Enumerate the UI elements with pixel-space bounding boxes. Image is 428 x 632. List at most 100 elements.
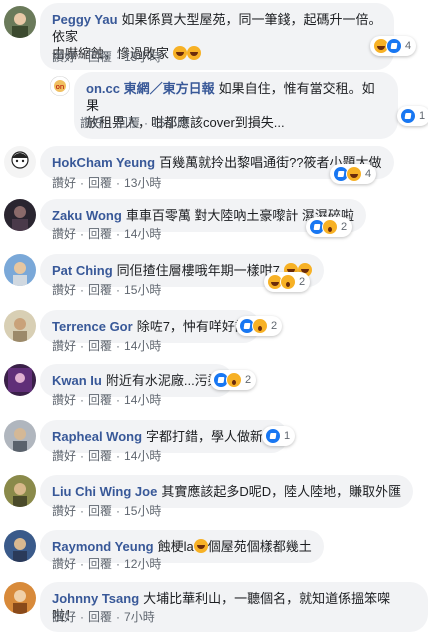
comment-hokcham-yeung: HokCham Yeung 百幾萬就拎出黎唱通街??筱者小題大做 4 讚好 · 回覆 ·…	[0, 140, 428, 195]
like-button[interactable]: 讚好	[52, 393, 76, 407]
commenter-name[interactable]: Kwan Iu	[52, 373, 102, 388]
reaction-summary[interactable]: 1	[262, 426, 296, 446]
reply-button[interactable]: 回覆	[88, 504, 112, 518]
like-button[interactable]: 讚好	[80, 116, 104, 130]
timestamp[interactable]: 15小時	[124, 283, 161, 297]
avatar[interactable]	[4, 475, 36, 507]
reaction-summary[interactable]: 2	[210, 370, 257, 390]
comment-text: 個屋苑個樣都幾土	[207, 539, 312, 554]
timestamp[interactable]: 15小時	[124, 50, 161, 64]
comment-text: 附近有水泥廠...污染	[105, 373, 221, 388]
comment-actions: 讚好 · 回覆 · 14小時	[52, 339, 162, 353]
avatar[interactable]	[4, 582, 36, 614]
comment-raymond-yeung: Raymond Yeung 蝕梗la 個屋苑個樣都幾土 讚好 · 回覆 · 12小時	[0, 526, 428, 578]
reply-button[interactable]: 回覆	[88, 393, 112, 407]
wow-reaction-icon	[252, 318, 268, 334]
like-button[interactable]: 讚好	[52, 50, 76, 64]
reply-button[interactable]: 回覆	[88, 449, 112, 463]
reply-button[interactable]: 回覆	[88, 176, 112, 190]
commenter-name[interactable]: Zaku Wong	[52, 208, 122, 223]
reply-button[interactable]: 回覆	[88, 557, 112, 571]
comment-text: 同佢揸住層樓哦年期一樣咁7	[116, 263, 280, 278]
reaction-count: 4	[365, 168, 372, 180]
commenter-name[interactable]: HokCham Yeung	[52, 155, 155, 170]
reaction-summary[interactable]: 2	[236, 316, 283, 336]
like-button[interactable]: 讚好	[52, 339, 76, 353]
comment-johnny-tsang: Johnny Tsang 大埔比華利山，一聽個名，就知道係搵笨㗎啦！ 讚好 · 回覆 ·…	[0, 578, 428, 632]
comment-text: 其實應該起多D呢D，陸人陸地，賺取外匯	[161, 484, 402, 499]
comment-actions: 讚好 · 回覆 · 13小時	[52, 176, 162, 190]
comment-text: 除咗7，忡有咩好講	[136, 319, 248, 334]
comment-liu-chi-wing-joe: Liu Chi Wing Joe 其實應該起多D呢D，陸人陸地，賺取外匯 讚好 · 回…	[0, 471, 428, 526]
reaction-count: 2	[341, 221, 348, 233]
timestamp[interactable]: 7小時	[124, 610, 155, 624]
haha-emoji-icon	[172, 46, 187, 60]
timestamp[interactable]: 15小時	[124, 504, 161, 518]
like-button[interactable]: 讚好	[52, 176, 76, 190]
comment-actions: 讚好 · 回覆 · 14小時	[52, 227, 162, 241]
timestamp[interactable]: 14小時	[124, 449, 161, 463]
comment-actions: 讚好 · 回覆 · 15小時	[52, 504, 162, 518]
avatar[interactable]	[4, 420, 36, 452]
reply-button[interactable]: 回覆	[88, 50, 112, 64]
reaction-summary[interactable]: 2	[264, 272, 311, 292]
like-reaction-icon	[265, 428, 281, 444]
wow-reaction-icon	[226, 372, 242, 388]
comment-actions: 讚好 · 回覆 · 15小時	[52, 283, 162, 297]
reply-button[interactable]: 回覆	[116, 116, 140, 130]
commenter-name[interactable]: Peggy Yau	[52, 12, 118, 27]
reaction-count: 4	[405, 40, 412, 52]
comment-zaku-wong: Zaku Wong 車車百零萬 對大陸吶土豪嚟計 濕濕碎啦 2 讚好 · 回覆 · 14小…	[0, 195, 428, 250]
avatar[interactable]	[4, 6, 36, 38]
timestamp[interactable]: 12小時	[124, 557, 161, 571]
avatar[interactable]	[4, 310, 36, 342]
commenter-name[interactable]: Liu Chi Wing Joe	[52, 484, 157, 499]
reaction-count: 1	[284, 430, 291, 442]
commenter-name[interactable]: Johnny Tsang	[52, 591, 139, 606]
commenter-name[interactable]: Rapheal Wong	[52, 429, 142, 444]
reaction-summary[interactable]: 4	[330, 164, 377, 184]
avatar[interactable]	[4, 364, 36, 396]
like-reaction-icon	[386, 38, 402, 54]
avatar[interactable]	[4, 530, 36, 562]
timestamp[interactable]: 14小時	[124, 227, 161, 241]
timestamp[interactable]: 13小時	[124, 176, 161, 190]
commenter-name[interactable]: Terrence Gor	[52, 319, 133, 334]
reaction-count: 2	[271, 320, 278, 332]
avatar[interactable]	[4, 146, 36, 178]
avatar[interactable]: on	[50, 76, 70, 96]
like-reaction-icon	[400, 108, 416, 124]
reply-button[interactable]: 回覆	[88, 283, 112, 297]
svg-text:on: on	[56, 83, 65, 91]
comment-pat-ching: Pat Ching 同佢揸住層樓哦年期一樣咁7 2 讚好 · 回覆 · 15小時	[0, 250, 428, 306]
wow-reaction-icon	[322, 219, 338, 235]
reaction-count: 2	[299, 276, 306, 288]
like-button[interactable]: 讚好	[52, 557, 76, 571]
avatar[interactable]	[4, 199, 36, 231]
comment-text: 字都打錯，學人做新聞	[146, 429, 277, 444]
reply-button[interactable]: 回覆	[88, 227, 112, 241]
like-button[interactable]: 讚好	[52, 283, 76, 297]
reply-button[interactable]: 回覆	[88, 610, 112, 624]
timestamp[interactable]: 15小時	[152, 116, 189, 130]
reaction-summary[interactable]: 2	[306, 217, 353, 237]
reaction-count: 2	[245, 374, 252, 386]
avatar[interactable]	[4, 254, 36, 286]
reaction-summary[interactable]: 4	[370, 36, 417, 56]
commenter-name[interactable]: Pat Ching	[52, 263, 113, 278]
like-button[interactable]: 讚好	[52, 504, 76, 518]
commenter-name[interactable]: on.cc 東網／東方日報	[86, 81, 215, 96]
timestamp[interactable]: 14小時	[124, 393, 161, 407]
commenter-name[interactable]: Raymond Yeung	[52, 539, 154, 554]
comment-peggy-yau: Peggy Yau 如果係買大型屋苑，同一筆錢，起碼升一倍。依家 由嚇縮蝕，慘過敗…	[0, 0, 428, 70]
like-button[interactable]: 讚好	[52, 610, 76, 624]
reply-button[interactable]: 回覆	[88, 339, 112, 353]
reaction-summary[interactable]: 1	[397, 106, 428, 126]
like-button[interactable]: 讚好	[52, 449, 76, 463]
haha-reaction-icon	[346, 166, 362, 182]
comment-actions: 讚好 · 回覆 · 12小時	[52, 557, 162, 571]
comment-rapheal-wong: Rapheal Wong 字都打錯，學人做新聞 1 讚好 · 回覆 · 14小時	[0, 416, 428, 471]
timestamp[interactable]: 14小時	[124, 339, 161, 353]
like-button[interactable]: 讚好	[52, 227, 76, 241]
comment-text: 蝕梗la	[157, 539, 194, 554]
